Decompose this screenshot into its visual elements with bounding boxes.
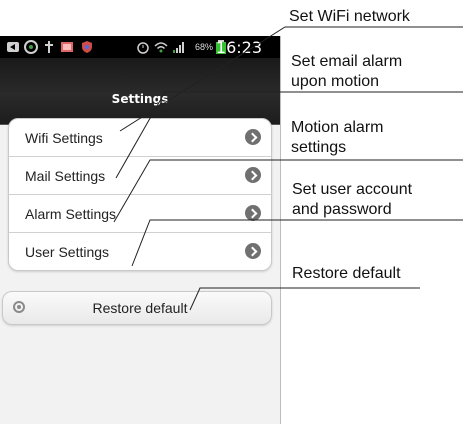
battery-percent: 68% [195, 42, 214, 52]
settings-item-alarm[interactable]: Alarm Settings [9, 195, 271, 233]
restore-default-label: Restore default [92, 300, 188, 316]
chevron-right-icon [245, 129, 261, 145]
page-title: Settings [111, 92, 169, 106]
settings-item-user[interactable]: User Settings [9, 233, 271, 270]
annotation-motion-line1: Motion alarm [291, 119, 384, 136]
annotation-motion-line2: settings [291, 139, 347, 156]
shield-icon [80, 40, 94, 54]
phone-screen: 68% 16:23 Settings Wifi Settings Mail Se… [0, 36, 281, 424]
sync-icon [24, 40, 38, 54]
settings-list: Wifi Settings Mail Settings Alarm Settin… [8, 118, 272, 271]
title-bar: Settings [0, 58, 280, 125]
usb-icon [42, 40, 56, 54]
settings-item-label: Alarm Settings [25, 206, 117, 222]
annotation-wifi: Set WiFi network [289, 8, 410, 25]
image-icon [60, 40, 74, 54]
settings-item-label: Wifi Settings [25, 130, 103, 146]
wifi-icon [154, 40, 168, 54]
back-icon [6, 40, 20, 54]
status-bar: 68% 16:23 [0, 36, 280, 58]
signal-icon [172, 40, 186, 54]
settings-item-label: User Settings [25, 244, 110, 260]
settings-item-wifi[interactable]: Wifi Settings [9, 119, 271, 157]
annotation-restore: Restore default [292, 265, 401, 282]
chevron-right-icon [245, 167, 261, 183]
annotation-user-line1: Set user account [292, 181, 413, 198]
status-clock: 16:23 [215, 38, 262, 57]
settings-item-label: Mail Settings [25, 168, 106, 184]
annotation-email-line2: upon motion [291, 73, 380, 90]
settings-item-mail[interactable]: Mail Settings [9, 157, 271, 195]
chevron-right-icon [245, 205, 261, 221]
annotation-user-line2: and password [292, 201, 392, 218]
chevron-right-icon [245, 243, 261, 259]
annotation-email-line1: Set email alarm [291, 53, 403, 70]
alarm-clock-icon [136, 40, 150, 54]
restore-default-button[interactable]: Restore default [2, 291, 272, 325]
